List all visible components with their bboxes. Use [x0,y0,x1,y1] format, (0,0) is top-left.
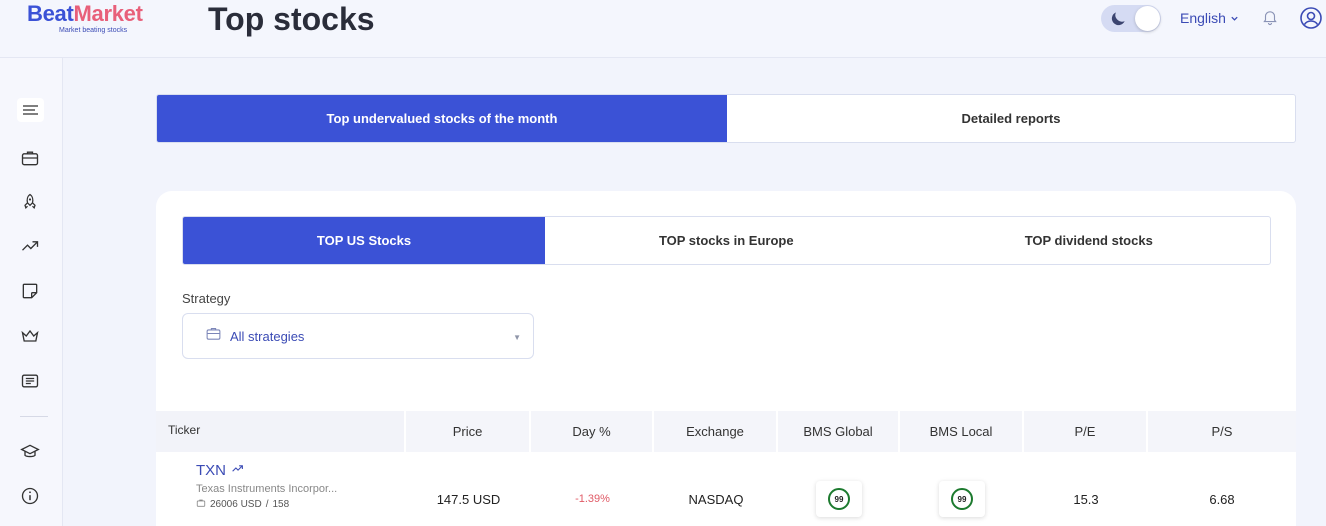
col-ticker[interactable]: Ticker [156,411,406,452]
bell-icon[interactable] [1261,7,1279,32]
rank: 158 [272,499,290,510]
company-meta: 26006 USD / 158 [196,498,289,511]
page-title: Top stocks [208,1,375,37]
strategy-value: All strategies [230,328,305,344]
caret-down-icon: ▼ [513,333,521,342]
tab-detailed-reports[interactable]: Detailed reports [727,95,1295,142]
score-ring: 99 [951,488,973,510]
market-cap: 26006 USD [210,499,262,510]
cell-day-pct: -1.39% [575,493,610,505]
tab-top-europe[interactable]: TOP stocks in Europe [545,217,908,264]
ticker-symbol: TXN [196,462,226,479]
col-ps[interactable]: P/S [1148,411,1296,452]
briefcase-icon[interactable] [20,148,40,168]
tab-top-undervalued[interactable]: Top undervalued stocks of the month [157,95,727,142]
top-tabs: Top undervalued stocks of the month Deta… [156,94,1296,143]
graduation-cap-icon[interactable] [20,442,40,462]
table-row[interactable]: TXN Texas Instruments Incorpor... 26006 … [156,452,1296,526]
table-header: Ticker Price Day % Exchange BMS Global B… [156,411,1296,452]
strategy-label: Strategy [182,291,231,306]
strategy-select[interactable]: All strategies ▼ [182,313,534,359]
briefcase-icon [205,325,222,347]
newspaper-icon[interactable] [20,371,40,391]
moon-icon [1108,9,1128,34]
logo-wordmark: BeatMarket [27,1,143,26]
col-price[interactable]: Price [406,411,531,452]
col-exchange[interactable]: Exchange [654,411,778,452]
crown-icon[interactable] [20,326,40,346]
cell-ticker: TXN Texas Instruments Incorpor... 26006 … [156,452,406,526]
tab-top-us-stocks[interactable]: TOP US Stocks [183,217,545,264]
logo[interactable]: BeatMarket Market beating stocks [27,1,143,35]
toggle-knob [1135,6,1160,31]
market-tabs: TOP US Stocks TOP stocks in Europe TOP d… [182,216,1271,265]
user-icon[interactable] [1299,6,1323,35]
trending-up-icon[interactable] [20,236,40,256]
bms-local-score[interactable]: 99 [939,481,985,517]
company-name: Texas Instruments Incorpor... [196,483,338,495]
sidebar [0,58,63,526]
theme-toggle[interactable] [1101,5,1161,32]
meta-separator: / [265,499,269,510]
cell-pe: 15.3 [1073,491,1099,507]
logo-tagline: Market beating stocks [59,27,128,34]
rocket-icon[interactable] [20,192,40,212]
cell-exchange: NASDAQ [688,491,744,507]
ticker-symbol-link[interactable]: TXN [196,462,245,479]
tab-top-dividend[interactable]: TOP dividend stocks [908,217,1271,264]
col-bms-local[interactable]: BMS Local [900,411,1024,452]
cell-bms-global: 99 [778,452,900,526]
cell-bms-local: 99 [900,452,1024,526]
trending-up-icon [230,462,245,479]
sticky-note-icon[interactable] [20,281,40,301]
language-label: English [1180,10,1226,26]
info-icon[interactable] [20,486,40,506]
cell-price: 147.5 USD [436,491,501,507]
cell-ps: 6.68 [1209,491,1235,507]
language-selector[interactable]: English [1180,10,1239,26]
col-day-pct[interactable]: Day % [531,411,654,452]
col-pe[interactable]: P/E [1024,411,1148,452]
menu-icon [23,105,38,115]
stocks-card: TOP US Stocks TOP stocks in Europe TOP d… [156,191,1296,526]
sidebar-divider [20,416,48,417]
score-ring: 99 [828,488,850,510]
col-bms-global[interactable]: BMS Global [778,411,900,452]
bms-global-score[interactable]: 99 [816,481,862,517]
menu-button[interactable] [17,98,44,122]
top-header: BeatMarket Market beating stocks Top sto… [0,0,1326,58]
briefcase-icon [196,498,206,511]
chevron-down-icon [1230,10,1239,26]
